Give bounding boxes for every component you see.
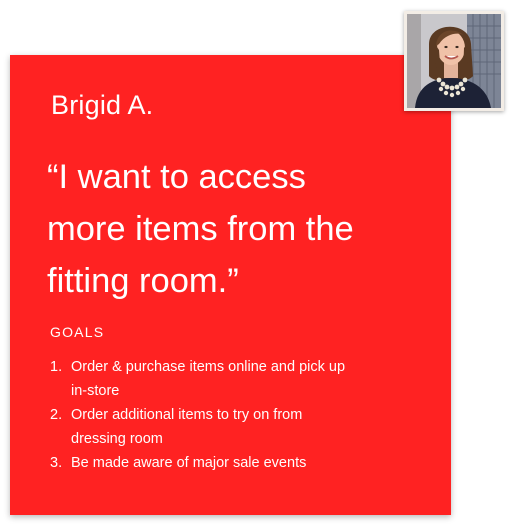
goal-number: 3. bbox=[50, 455, 63, 471]
goal-number: 2. bbox=[50, 407, 63, 423]
quote-line: fitting room.” bbox=[47, 262, 239, 300]
goal-item: 3. Be made aware of major sale events bbox=[50, 451, 345, 475]
goal-item: 2. Order additional items to try on from… bbox=[50, 403, 345, 451]
quote-line: “I want to access bbox=[47, 158, 306, 196]
goal-item: 1. Order & purchase items online and pic… bbox=[50, 355, 345, 403]
goal-text: Order & purchase items online and pick u… bbox=[71, 359, 346, 375]
goal-text: Order additional items to try on from bbox=[71, 407, 303, 423]
goal-text-continued: dressing room bbox=[71, 431, 163, 447]
persona-quote: “I want to access more items from the fi… bbox=[47, 151, 442, 307]
goal-text-continued: in-store bbox=[71, 383, 120, 399]
goal-text: Be made aware of major sale events bbox=[71, 455, 307, 471]
quote-line: more items from the bbox=[47, 210, 354, 248]
persona-name: Brigid A. bbox=[51, 90, 154, 120]
persona-card: Brigid A. “I want to access more items f… bbox=[10, 55, 451, 515]
goals-heading: GOALS bbox=[50, 324, 105, 340]
avatar-portrait-icon bbox=[407, 14, 501, 108]
persona-photo bbox=[404, 11, 504, 111]
goal-number: 1. bbox=[50, 359, 63, 375]
goals-list: 1. Order & purchase items online and pic… bbox=[50, 355, 345, 475]
